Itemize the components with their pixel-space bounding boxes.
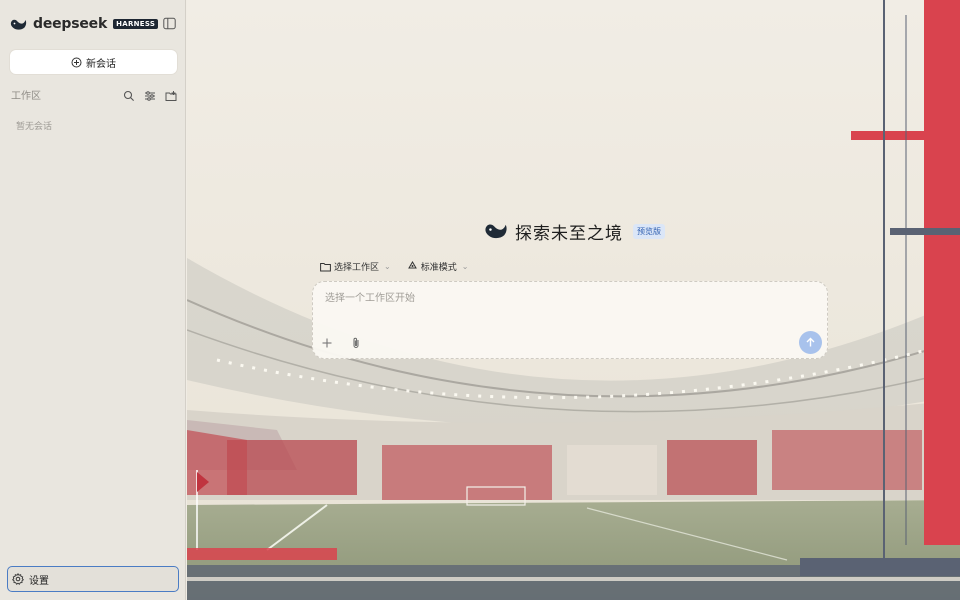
plus-circle-icon <box>71 57 82 67</box>
paperclip-icon[interactable] <box>349 336 363 350</box>
new-folder-icon[interactable] <box>165 87 177 101</box>
recycle-icon <box>407 261 417 269</box>
sidebar: deepseek HARNESS 新会话 工作区 暂无会话 设置 <box>0 0 186 600</box>
settings-label: 设置 <box>29 575 49 587</box>
gear-icon <box>12 573 24 585</box>
workspace-header: 工作区 <box>11 87 177 102</box>
main-area: 探索未至之境 预览版 选择工作区 ⌄ 标准模式 ⌄ <box>187 0 960 600</box>
composer-input[interactable] <box>323 292 797 305</box>
brand: deepseek HARNESS <box>10 14 159 34</box>
settings-button[interactable]: 设置 <box>7 566 179 592</box>
brand-badge: HARNESS <box>113 19 159 29</box>
whale-logo-icon <box>485 224 507 239</box>
mode-select-label: 标准模式 <box>420 263 457 273</box>
composer <box>312 281 828 359</box>
workspace-label: 工作区 <box>11 91 41 102</box>
chevron-down-icon: ⌄ <box>461 262 469 271</box>
sidebar-toggle-icon[interactable] <box>163 17 176 30</box>
empty-sessions-text: 暂无会话 <box>16 122 53 132</box>
preview-badge: 预览版 <box>633 223 665 239</box>
mode-select[interactable]: 标准模式 ⌄ <box>407 260 469 273</box>
workspace-select-label: 选择工作区 <box>334 263 380 273</box>
filter-icon[interactable] <box>144 87 156 101</box>
workspace-select[interactable]: 选择工作区 ⌄ <box>320 260 391 273</box>
composer-selectors: 选择工作区 ⌄ 标准模式 ⌄ <box>320 260 468 273</box>
search-icon[interactable] <box>123 87 135 101</box>
new-chat-label: 新会话 <box>86 58 116 70</box>
chevron-down-icon: ⌄ <box>384 262 391 271</box>
folder-icon <box>320 262 331 271</box>
page-title: 探索未至之境 <box>515 223 623 244</box>
new-chat-button[interactable]: 新会话 <box>10 50 177 74</box>
plus-icon[interactable] <box>320 336 334 350</box>
whale-logo-icon <box>10 19 27 30</box>
hero: 探索未至之境 预览版 <box>484 219 665 244</box>
arrow-up-icon <box>806 337 815 347</box>
send-button[interactable] <box>799 331 822 354</box>
brand-name: deepseek <box>33 16 108 32</box>
workspace-actions <box>123 87 177 101</box>
